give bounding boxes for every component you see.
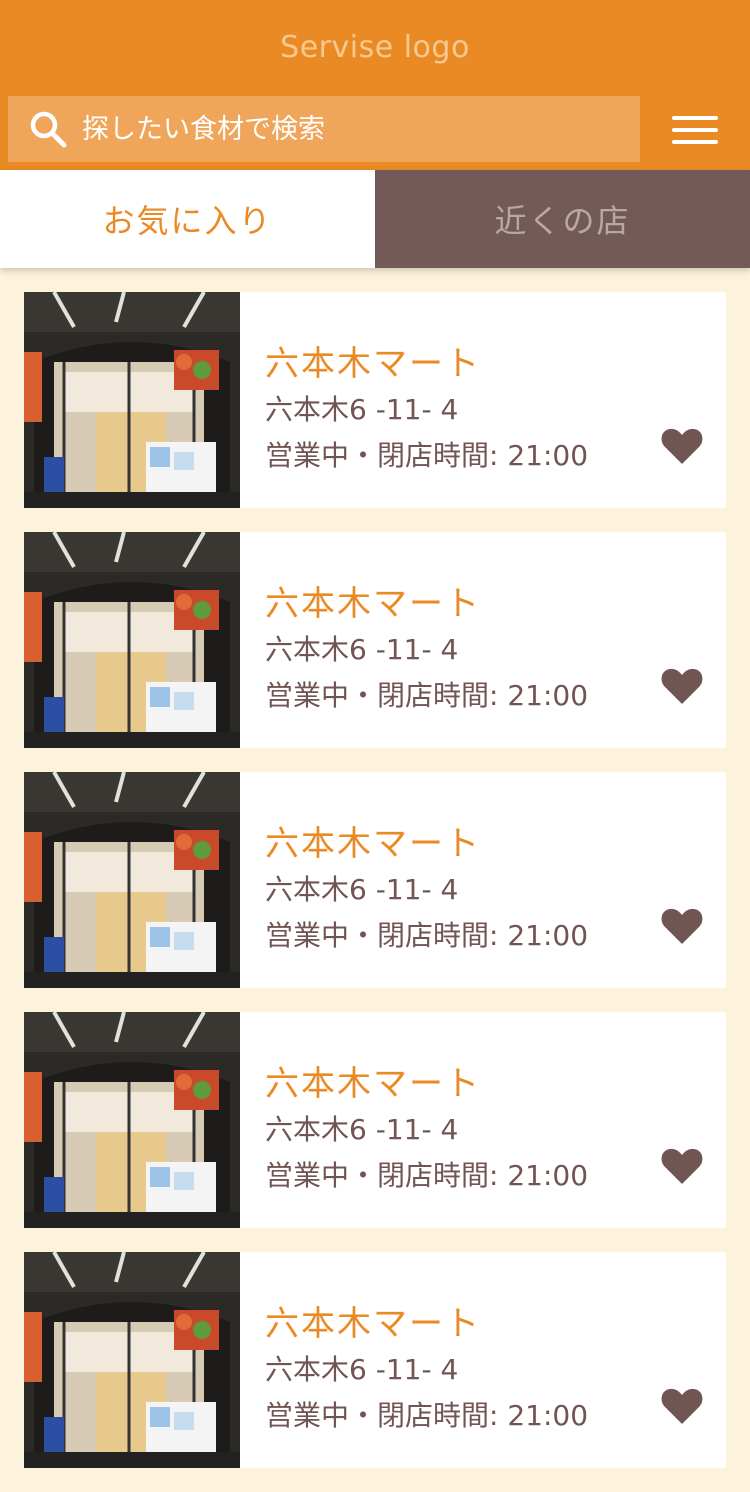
- search-bar[interactable]: [8, 96, 640, 162]
- store-name[interactable]: 六本木マート: [265, 1296, 481, 1345]
- store-card[interactable]: 六本木マート 六本木6 -11- 4 営業中・閉店時間: 21:00: [24, 772, 726, 988]
- store-photo: [24, 772, 240, 988]
- app-header: Servise logo: [0, 0, 750, 170]
- store-photo: [24, 292, 240, 508]
- store-card[interactable]: 六本木マート 六本木6 -11- 4 営業中・閉店時間: 21:00: [24, 292, 726, 508]
- tab-nearby-stores[interactable]: 近くの店: [375, 170, 750, 268]
- store-card[interactable]: 六本木マート 六本木6 -11- 4 営業中・閉店時間: 21:00: [24, 532, 726, 748]
- store-info: 六本木マート 六本木6 -11- 4 営業中・閉店時間: 21:00: [240, 292, 726, 508]
- heart-icon[interactable]: [660, 1146, 704, 1186]
- store-address: 六本木6 -11- 4: [265, 633, 459, 666]
- store-name[interactable]: 六本木マート: [265, 576, 481, 625]
- store-status: 営業中・閉店時間: 21:00: [265, 1399, 589, 1432]
- store-info: 六本木マート 六本木6 -11- 4 営業中・閉店時間: 21:00: [240, 1252, 726, 1468]
- store-photo: [24, 1252, 240, 1468]
- store-name[interactable]: 六本木マート: [265, 1056, 481, 1105]
- menu-line: [672, 116, 718, 120]
- store-address: 六本木6 -11- 4: [265, 393, 459, 426]
- heart-icon[interactable]: [660, 906, 704, 946]
- search-input[interactable]: [82, 113, 602, 145]
- store-address: 六本木6 -11- 4: [265, 1113, 459, 1146]
- store-photo: [24, 1012, 240, 1228]
- tab-favorites[interactable]: お気に入り: [0, 170, 375, 268]
- tab-bar: お気に入り 近くの店: [0, 170, 750, 268]
- store-info: 六本木マート 六本木6 -11- 4 営業中・閉店時間: 21:00: [240, 1012, 726, 1228]
- store-status: 営業中・閉店時間: 21:00: [265, 1159, 589, 1192]
- store-status: 営業中・閉店時間: 21:00: [265, 679, 589, 712]
- store-info: 六本木マート 六本木6 -11- 4 営業中・閉店時間: 21:00: [240, 532, 726, 748]
- store-address: 六本木6 -11- 4: [265, 873, 459, 906]
- store-card[interactable]: 六本木マート 六本木6 -11- 4 営業中・閉店時間: 21:00: [24, 1252, 726, 1468]
- heart-icon[interactable]: [660, 666, 704, 706]
- search-icon[interactable]: [26, 107, 70, 151]
- heart-icon[interactable]: [660, 1386, 704, 1426]
- heart-icon[interactable]: [660, 426, 704, 466]
- store-info: 六本木マート 六本木6 -11- 4 営業中・閉店時間: 21:00: [240, 772, 726, 988]
- hamburger-menu-icon[interactable]: [668, 110, 722, 150]
- service-logo: Servise logo: [280, 30, 470, 65]
- menu-line: [672, 140, 718, 144]
- store-status: 営業中・閉店時間: 21:00: [265, 919, 589, 952]
- store-card[interactable]: 六本木マート 六本木6 -11- 4 営業中・閉店時間: 21:00: [24, 1012, 726, 1228]
- store-name[interactable]: 六本木マート: [265, 336, 481, 385]
- store-name[interactable]: 六本木マート: [265, 816, 481, 865]
- menu-line: [672, 128, 718, 132]
- store-list: 六本木マート 六本木6 -11- 4 営業中・閉店時間: 21:00 六本木マー…: [24, 292, 726, 1492]
- store-status: 営業中・閉店時間: 21:00: [265, 439, 589, 472]
- store-address: 六本木6 -11- 4: [265, 1353, 459, 1386]
- store-photo: [24, 532, 240, 748]
